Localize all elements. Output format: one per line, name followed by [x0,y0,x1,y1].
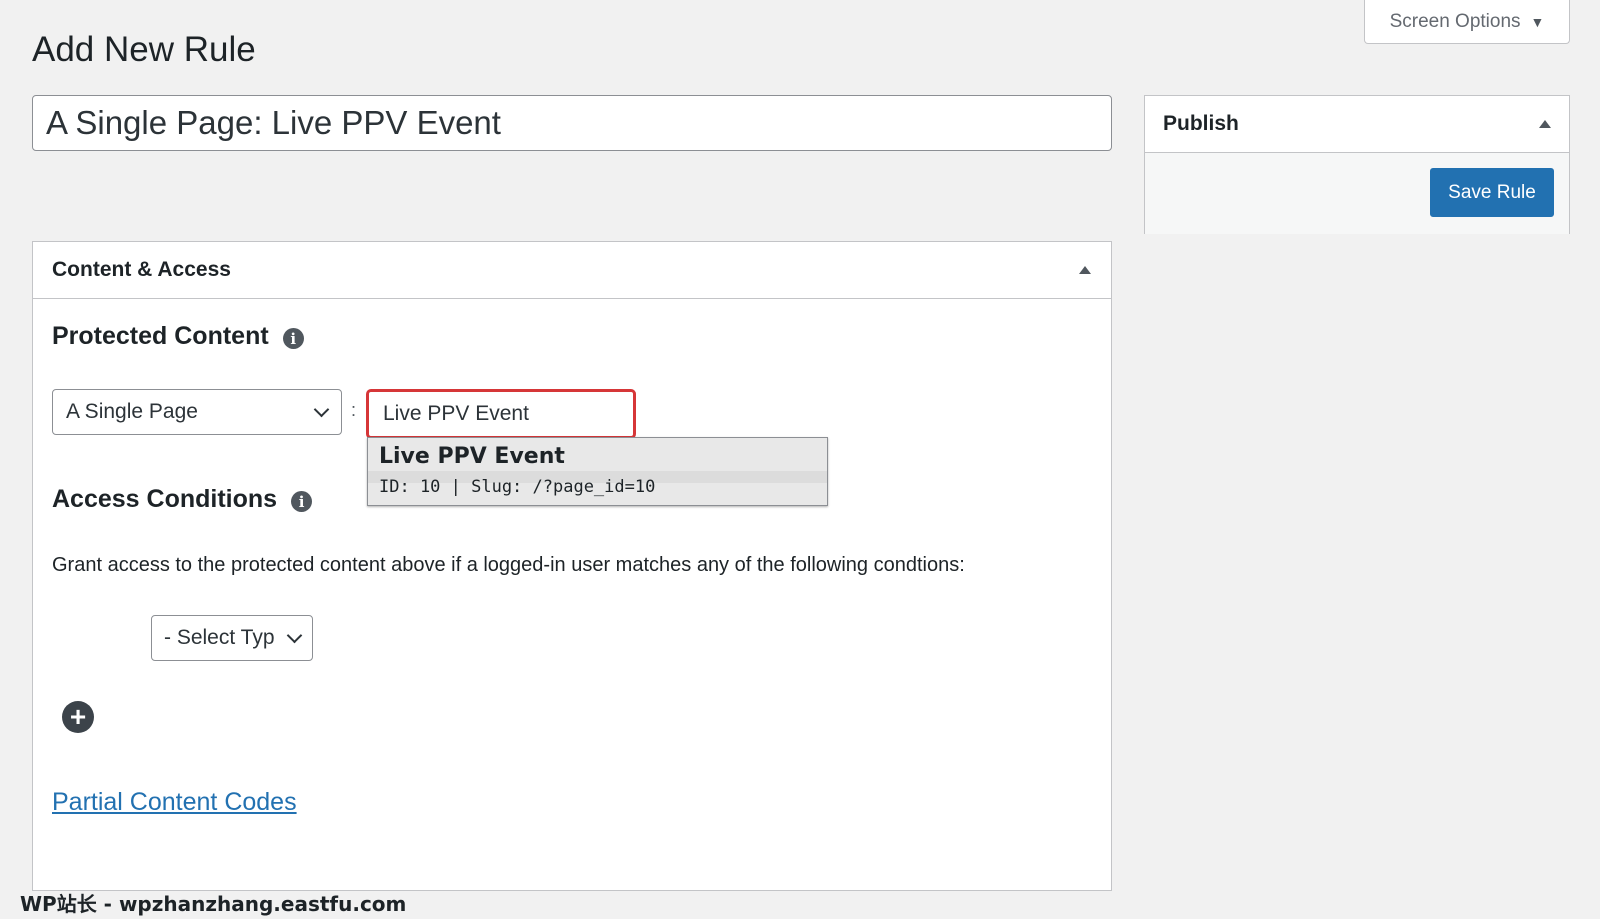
suggestion-meta: ID: 10 | Slug: /?page_id=10 [379,477,656,497]
access-conditions-title: Access Conditions i [52,485,313,514]
suggestion-title: Live PPV Event [379,444,565,469]
rule-title-input[interactable]: A Single Page: Live PPV Event [32,95,1112,151]
content-access-box: Content & Access Protected Content i A S… [32,241,1112,891]
publish-body: Save Rule [1145,153,1569,234]
info-icon[interactable]: i [282,328,304,349]
publish-box: Publish Save Rule [1144,95,1570,234]
chevron-down-icon [313,401,330,417]
protected-content-title: Protected Content i [52,322,304,351]
watermark: WP站长 - wpzhanzhang.eastfu.com [20,892,407,916]
caret-down-icon: ▼ [1530,13,1545,30]
publish-heading: Publish [1163,112,1239,135]
page-title: Add New Rule [32,30,256,69]
add-condition-icon[interactable]: + [62,701,94,733]
condition-type-select[interactable]: - Select Typ [151,615,313,661]
publish-header[interactable]: Publish [1145,96,1569,153]
content-type-value: A Single Page [66,400,198,423]
access-conditions-label: Access Conditions [52,485,278,513]
protected-content-label: Protected Content [52,322,269,350]
collapse-arrow-icon[interactable] [1539,120,1551,128]
save-rule-button[interactable]: Save Rule [1430,168,1554,217]
partial-content-codes-link[interactable]: Partial Content Codes [52,788,297,817]
access-description: Grant access to the protected content ab… [52,554,965,576]
content-access-header[interactable]: Content & Access [33,242,1111,299]
content-search-input[interactable]: Live PPV Event [367,390,635,438]
chevron-down-icon [286,627,303,643]
separator: : [351,400,357,420]
content-access-heading: Content & Access [52,258,231,281]
content-type-select[interactable]: A Single Page [52,389,342,435]
collapse-arrow-icon[interactable] [1079,266,1091,274]
info-icon[interactable]: i [291,491,313,512]
condition-type-value: - Select Typ [164,626,275,649]
screen-options-label: Screen Options [1389,10,1521,32]
autocomplete-suggestion[interactable]: Live PPV Event ID: 10 | Slug: /?page_id=… [367,437,828,506]
screen-options-button[interactable]: Screen Options ▼ [1364,0,1570,44]
